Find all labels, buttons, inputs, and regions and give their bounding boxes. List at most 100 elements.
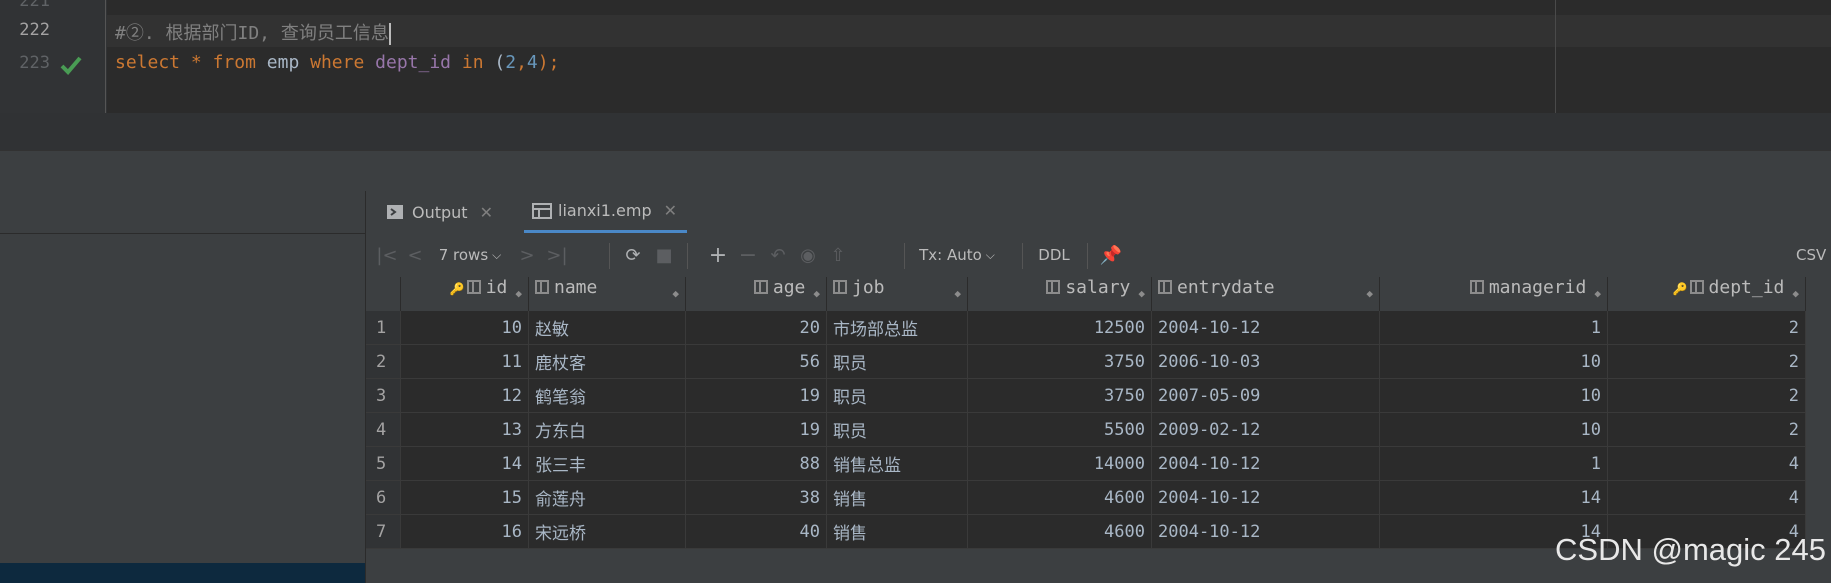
cell-name[interactable]: 宋远桥 — [528, 514, 686, 549]
cell-id[interactable]: 12 — [400, 378, 529, 413]
refresh-icon[interactable]: ⟳ — [618, 233, 648, 277]
cell-dept-id[interactable]: 2 — [1607, 344, 1806, 379]
cell-entrydate[interactable]: 2004-10-12 — [1151, 514, 1380, 549]
column-header-id[interactable]: 🔑 id ◆ — [400, 277, 529, 311]
cell-id[interactable]: 10 — [400, 311, 529, 345]
pin-icon[interactable]: 📌 — [1096, 233, 1126, 277]
next-page-icon[interactable]: > — [516, 233, 538, 277]
cell-salary[interactable]: 4600 — [967, 514, 1152, 549]
revert-icon[interactable]: ↶ — [766, 233, 790, 277]
cell-entrydate[interactable]: 2006-10-03 — [1151, 344, 1380, 379]
column-header-name[interactable]: name ◆ — [528, 277, 686, 311]
sort-icon[interactable]: ◆ — [515, 277, 522, 311]
cell-dept-id[interactable]: 2 — [1607, 378, 1806, 413]
column-header-age[interactable]: age ◆ — [685, 277, 827, 311]
column-header-salary[interactable]: salary ◆ — [967, 277, 1152, 311]
cell-salary[interactable]: 4600 — [967, 480, 1152, 515]
table-row[interactable]: 1 10 赵敏 20 市场部总监 12500 2004-10-12 1 2 — [366, 311, 1806, 345]
cell-salary[interactable]: 3750 — [967, 344, 1152, 379]
cell-id[interactable]: 14 — [400, 446, 529, 481]
tab-lianxi1-emp[interactable]: lianxi1.emp ✕ — [524, 191, 687, 233]
cell-entrydate[interactable]: 2004-10-12 — [1151, 311, 1380, 345]
sql-query-line[interactable]: select * from emp where dept_id in (2,4)… — [115, 52, 559, 73]
delete-row-icon[interactable]: − — [736, 233, 760, 277]
column-header-job[interactable]: job ◆ — [826, 277, 968, 311]
cell-entrydate[interactable]: 2004-10-12 — [1151, 446, 1380, 481]
cell-age[interactable]: 38 — [685, 480, 827, 515]
column-header-entrydate[interactable]: entrydate ◆ — [1151, 277, 1380, 311]
cell-salary[interactable]: 5500 — [967, 412, 1152, 447]
prev-page-icon[interactable]: < — [404, 233, 426, 277]
last-page-icon[interactable]: >| — [544, 233, 570, 277]
cell-job[interactable]: 职员 — [826, 344, 968, 379]
results-grid[interactable]: 🔑 id ◆ name ◆ age ◆ job ◆ salary ◆ entrydate ◆ … — [366, 277, 1806, 549]
cell-managerid[interactable]: 10 — [1379, 344, 1608, 379]
cell-age[interactable]: 88 — [685, 446, 827, 481]
cell-name[interactable]: 鹤笔翁 — [528, 378, 686, 413]
cell-job[interactable]: 销售 — [826, 514, 968, 549]
cell-age[interactable]: 19 — [685, 378, 827, 413]
panel-splitter[interactable] — [0, 150, 1831, 192]
services-tree-panel[interactable] — [0, 191, 366, 583]
cell-managerid[interactable]: 14 — [1379, 480, 1608, 515]
sort-icon[interactable]: ◆ — [672, 277, 679, 311]
sql-editor[interactable]: 221 222 223 #②. 根据部门ID, 查询员工信息 select * … — [0, 0, 1831, 150]
cell-entrydate[interactable]: 2009-02-12 — [1151, 412, 1380, 447]
cell-salary[interactable]: 3750 — [967, 378, 1152, 413]
column-header-dept-id[interactable]: 🔑 dept_id ◆ — [1607, 277, 1806, 311]
cell-entrydate[interactable]: 2007-05-09 — [1151, 378, 1380, 413]
cell-dept-id[interactable]: 2 — [1607, 311, 1806, 345]
cell-job[interactable]: 职员 — [826, 378, 968, 413]
sort-icon[interactable]: ◆ — [954, 277, 961, 311]
cell-job[interactable]: 职员 — [826, 412, 968, 447]
cell-job[interactable]: 市场部总监 — [826, 311, 968, 345]
preview-icon[interactable]: ◉ — [796, 233, 820, 277]
cell-dept-id[interactable]: 2 — [1607, 412, 1806, 447]
cell-id[interactable]: 13 — [400, 412, 529, 447]
cell-salary[interactable]: 14000 — [967, 446, 1152, 481]
cell-dept-id[interactable]: 4 — [1607, 480, 1806, 515]
table-row[interactable]: 4 13 方东白 19 职员 5500 2009-02-12 10 2 — [366, 412, 1806, 447]
sort-icon[interactable]: ◆ — [1594, 277, 1601, 311]
sort-icon[interactable]: ◆ — [813, 277, 820, 311]
cell-name[interactable]: 鹿杖客 — [528, 344, 686, 379]
cell-name[interactable]: 赵敏 — [528, 311, 686, 345]
cell-age[interactable]: 40 — [685, 514, 827, 549]
cell-job[interactable]: 销售 — [826, 480, 968, 515]
row-count-dropdown[interactable]: 7 rows ⌵ — [430, 233, 510, 277]
sort-icon[interactable]: ◆ — [1138, 277, 1145, 311]
add-row-icon[interactable]: + — [706, 233, 730, 277]
transaction-mode-dropdown[interactable]: Tx: Auto ⌵ — [914, 233, 1000, 277]
cell-managerid[interactable]: 10 — [1379, 412, 1608, 447]
table-row[interactable]: 6 15 俞莲舟 38 销售 4600 2004-10-12 14 4 — [366, 480, 1806, 515]
cell-id[interactable]: 11 — [400, 344, 529, 379]
tab-output[interactable]: Output ✕ — [386, 191, 511, 233]
ddl-button[interactable]: DDL — [1034, 233, 1074, 277]
selected-tree-row[interactable] — [0, 563, 365, 583]
column-header-managerid[interactable]: managerid ◆ — [1379, 277, 1608, 311]
cell-dept-id[interactable]: 4 — [1607, 446, 1806, 481]
cell-name[interactable]: 张三丰 — [528, 446, 686, 481]
first-page-icon[interactable]: |< — [376, 233, 398, 277]
cell-name[interactable]: 方东白 — [528, 412, 686, 447]
sql-comment-line[interactable]: #②. 根据部门ID, 查询员工信息 — [115, 19, 391, 45]
cell-id[interactable]: 15 — [400, 480, 529, 515]
close-icon[interactable]: ✕ — [480, 203, 493, 222]
cell-managerid[interactable]: 1 — [1379, 311, 1608, 345]
sort-icon[interactable]: ◆ — [1366, 277, 1373, 311]
cell-age[interactable]: 19 — [685, 412, 827, 447]
cell-entrydate[interactable]: 2004-10-12 — [1151, 480, 1380, 515]
sort-icon[interactable]: ◆ — [1792, 277, 1799, 311]
close-icon[interactable]: ✕ — [664, 201, 677, 220]
cell-managerid[interactable]: 1 — [1379, 446, 1608, 481]
cell-age[interactable]: 20 — [685, 311, 827, 345]
table-row[interactable]: 3 12 鹤笔翁 19 职员 3750 2007-05-09 10 2 — [366, 378, 1806, 413]
submit-icon[interactable]: ⇧ — [826, 233, 850, 277]
csv-export-dropdown[interactable]: CSV — [1796, 233, 1831, 277]
table-row[interactable]: 5 14 张三丰 88 销售总监 14000 2004-10-12 1 4 — [366, 446, 1806, 481]
cell-salary[interactable]: 12500 — [967, 311, 1152, 345]
table-row[interactable]: 2 11 鹿杖客 56 职员 3750 2006-10-03 10 2 — [366, 344, 1806, 379]
cell-id[interactable]: 16 — [400, 514, 529, 549]
cell-managerid[interactable]: 10 — [1379, 378, 1608, 413]
cell-name[interactable]: 俞莲舟 — [528, 480, 686, 515]
